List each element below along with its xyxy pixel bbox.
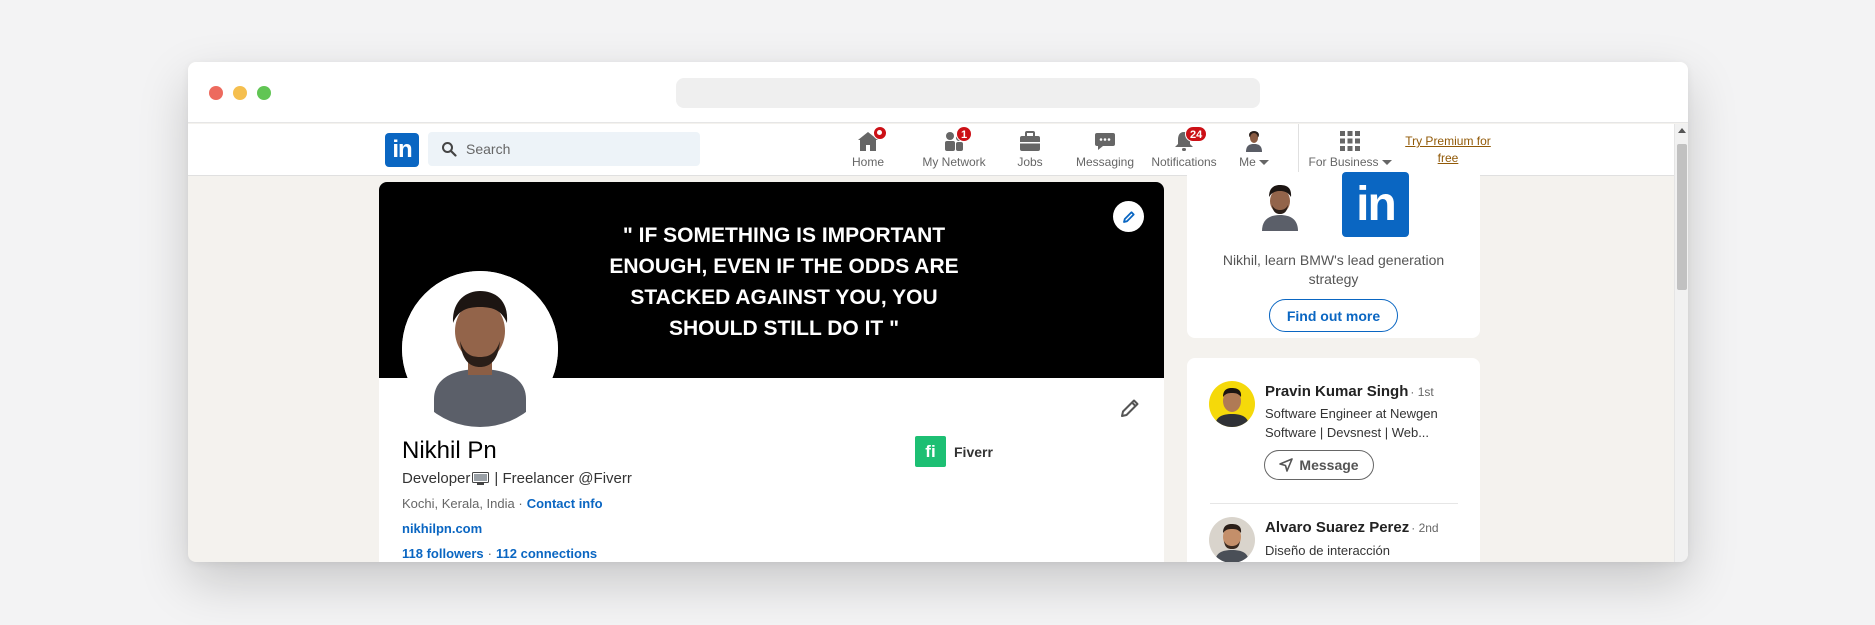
person-title: Software Engineer at Newgen Software | D… [1265, 406, 1438, 440]
search-icon [442, 142, 457, 157]
ad-linkedin-logo: in [1342, 172, 1409, 237]
nav-divider [1298, 124, 1299, 176]
fiverr-logo: fi [915, 436, 946, 467]
connections-link[interactable]: 112 connections [496, 546, 597, 561]
banner-quote: " IF SOMETHING IS IMPORTANT ENOUGH, EVEN… [609, 224, 959, 340]
people-divider [1210, 503, 1458, 504]
profile-photo[interactable] [402, 271, 558, 427]
chevron-down-icon [1381, 160, 1392, 166]
top-navbar: in Home 1 [188, 124, 1674, 176]
nav-my-network-label: My Network [922, 155, 986, 169]
search-box[interactable] [428, 132, 700, 166]
nav-notifications[interactable]: 24 Notifications [1147, 126, 1221, 172]
profile-name: Nikhil Pn [402, 437, 497, 464]
chevron-down-icon [1258, 160, 1269, 166]
person-avatar[interactable] [1209, 517, 1255, 562]
person-name-text: Alvaro Suarez Perez [1265, 519, 1410, 536]
profile-photo-image [402, 271, 558, 427]
nav-home-label: Home [851, 155, 884, 169]
ad-card: in Nikhil, learn BMW's lead generation s… [1187, 172, 1480, 338]
ad-user-avatar [1258, 177, 1302, 231]
contact-info-link[interactable]: Contact info [527, 496, 603, 511]
maximize-window-button[interactable] [257, 86, 271, 100]
linkedin-logo[interactable]: in [385, 133, 419, 167]
edit-intro-button[interactable] [1118, 396, 1142, 420]
browser-window: in Home 1 [188, 62, 1688, 562]
person-name[interactable]: Alvaro Suarez Perez · 2nd [1265, 519, 1439, 536]
messaging-icon [1095, 133, 1115, 150]
try-premium-link[interactable]: Try Premium for free [1398, 133, 1498, 167]
person-photo [1209, 381, 1255, 427]
person-name-text: Pravin Kumar Singh [1265, 383, 1409, 400]
search-input[interactable] [466, 132, 694, 166]
pencil-icon [1121, 399, 1139, 417]
nav-jobs-label: Jobs [1017, 155, 1043, 169]
people-card: Pravin Kumar Singh · 1st Software Enginee… [1187, 358, 1480, 562]
nav-messaging-label: Messaging [1075, 155, 1135, 169]
nav-jobs[interactable]: Jobs [1005, 128, 1055, 172]
nav-me-label: Me [1239, 155, 1256, 169]
edit-banner-button[interactable] [1113, 201, 1144, 232]
connection-degree: · 2nd [1411, 521, 1439, 535]
person-avatar[interactable] [1209, 381, 1255, 427]
scrollbar[interactable] [1674, 124, 1688, 562]
nav-for-business[interactable]: For Business [1308, 128, 1392, 172]
nav-me[interactable]: Me [1234, 128, 1274, 172]
nav-my-network[interactable]: 1 My Network [913, 126, 995, 172]
profile-location-row: Kochi, Kerala, India · Contact info [402, 496, 603, 511]
scroll-up-arrow[interactable] [1678, 128, 1686, 133]
profile-headline: Developer | Freelancer @Fiverr [402, 470, 632, 487]
me-avatar [1242, 128, 1266, 152]
nav-messaging[interactable]: Messaging [1070, 128, 1140, 172]
home-notification-dot [873, 126, 887, 140]
person-name[interactable]: Pravin Kumar Singh · 1st [1265, 383, 1434, 400]
send-icon [1279, 458, 1294, 472]
headline-suffix: | Freelancer @Fiverr [494, 470, 632, 487]
computer-icon [472, 472, 490, 485]
my-network-badge: 1 [956, 126, 973, 142]
profile-location: Kochi, Kerala, India · [402, 496, 523, 511]
nav-notifications-label: Notifications [1151, 155, 1217, 169]
stats-separator: · [487, 546, 492, 561]
title-bar [188, 62, 1688, 123]
close-window-button[interactable] [209, 86, 223, 100]
nav-home[interactable]: Home [840, 126, 896, 172]
company-name: Fiverr [954, 443, 993, 460]
person-title: Diseño de interacción [1265, 543, 1391, 558]
briefcase-icon [1020, 131, 1040, 151]
nav-for-business-label: For Business [1308, 155, 1379, 169]
network-stats: 118 followers · 112 connections [402, 546, 597, 561]
find-out-more-button[interactable]: Find out more [1269, 299, 1398, 332]
current-company[interactable]: fi Fiverr [915, 436, 993, 467]
minimize-window-button[interactable] [233, 86, 247, 100]
website-link[interactable]: nikhilpn.com [402, 521, 482, 536]
notifications-badge: 24 [1185, 126, 1208, 142]
message-button[interactable]: Message [1264, 450, 1374, 480]
address-bar[interactable] [676, 78, 1260, 108]
grid-apps-icon [1340, 131, 1360, 151]
scroll-thumb[interactable] [1677, 144, 1687, 290]
followers-link[interactable]: 118 followers [402, 546, 484, 561]
headline-prefix: Developer [402, 470, 471, 487]
profile-card: " IF SOMETHING IS IMPORTANT ENOUGH, EVEN… [379, 182, 1164, 562]
connection-degree: · 1st [1410, 385, 1434, 399]
person-photo [1209, 517, 1255, 562]
pencil-icon [1122, 210, 1135, 223]
message-button-label: Message [1299, 457, 1359, 473]
ad-text: Nikhil, learn BMW's lead generation stra… [1222, 252, 1445, 287]
